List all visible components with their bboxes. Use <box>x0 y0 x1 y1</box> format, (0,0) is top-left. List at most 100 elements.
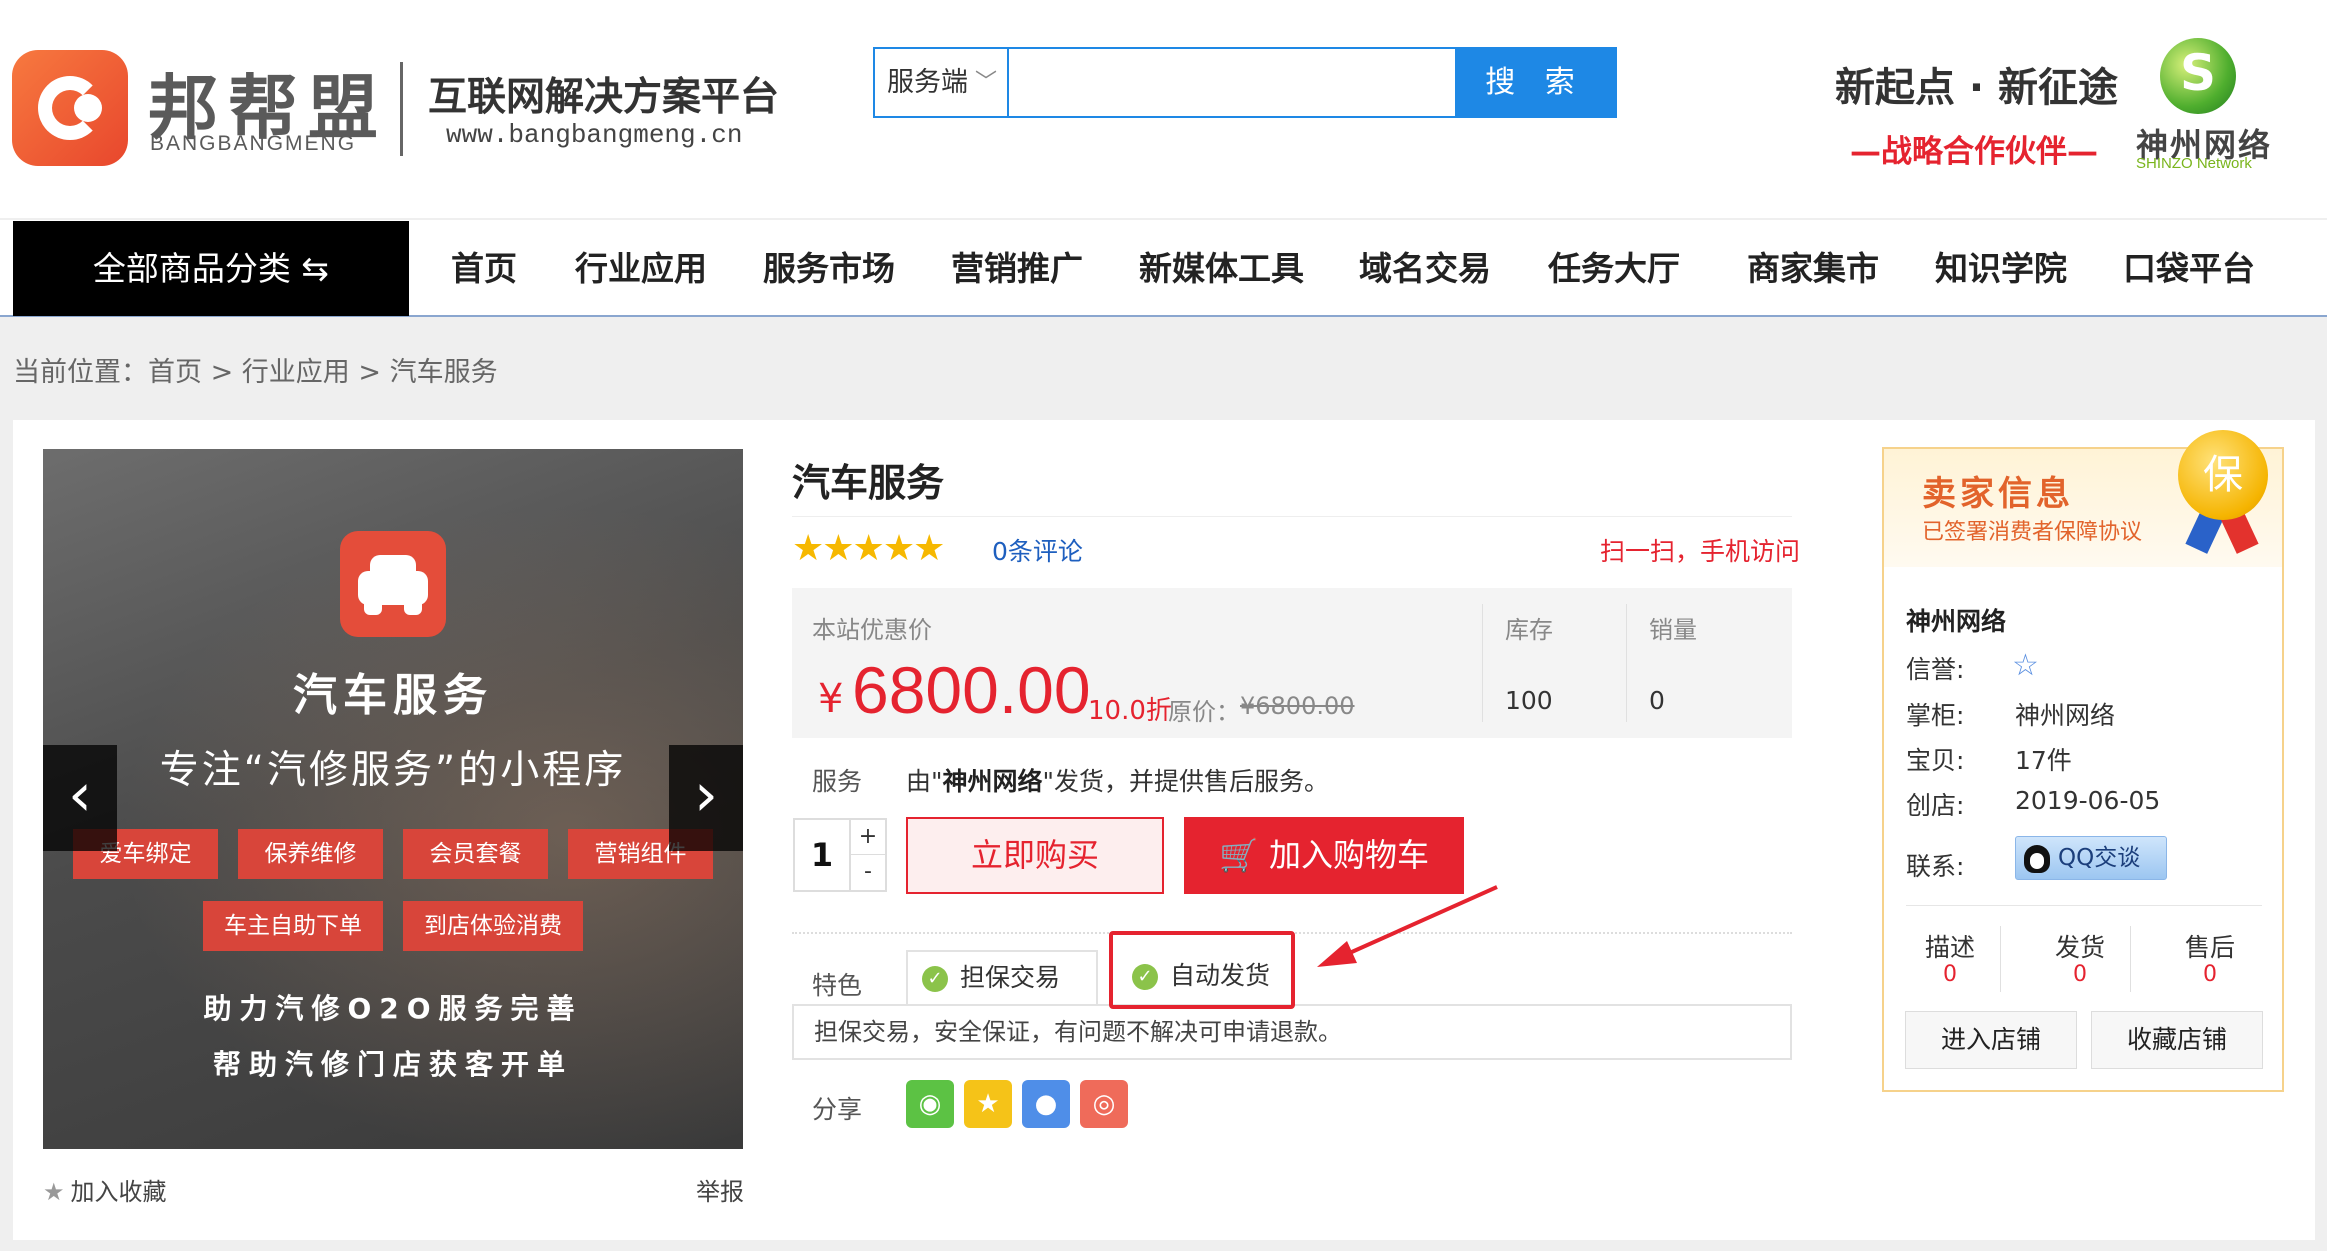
rating-label-after-sales: 售后 <box>2184 933 2235 962</box>
contact-label: 联系: <box>1906 852 1965 881</box>
opened-label: 创店: <box>1906 791 1965 820</box>
feature-tab-escrow[interactable]: ✓ 担保交易 <box>906 950 1098 1004</box>
title-divider <box>792 516 1792 517</box>
add-to-cart-label: 加入购物车 <box>1269 836 1430 874</box>
search-scope-select[interactable]: 服务端 ﹀ <box>875 49 1009 116</box>
quantity-decrease-button[interactable]: - <box>849 855 885 890</box>
buy-now-button[interactable]: 立即购买 <box>906 817 1164 894</box>
opened-value: 2019-06-05 <box>2015 786 2161 815</box>
service-seller: 神州网络 <box>942 767 1043 796</box>
banner-subtitle: 专注“汽修服务”的小程序 <box>159 748 627 793</box>
stock-label: 库存 <box>1505 616 1553 644</box>
quantity-increase-button[interactable]: + <box>849 820 885 855</box>
seller-card-subtitle: 已签署消费者保障协议 <box>1922 520 2143 545</box>
service-suffix: "发货，并提供售后服务。 <box>1042 767 1330 796</box>
shinzo-logo-icon: S <box>2160 38 2236 114</box>
product-title: 汽车服务 <box>792 461 945 505</box>
nav-item-pocket[interactable]: 口袋平台 <box>2123 221 2255 316</box>
highlight-box <box>1109 931 1295 1009</box>
sales-value: 0 <box>1649 686 1665 715</box>
banner-line: 助力汽修O2O服务完善 <box>203 992 583 1025</box>
divider <box>1626 604 1627 722</box>
promo-subline: —战略合作伙伴— <box>1850 134 2098 170</box>
divider <box>1482 604 1483 722</box>
product-image[interactable]: 汽车服务 专注“汽修服务”的小程序 爱车绑定 保养维修 会员套餐 营销组件 车主… <box>43 449 743 1149</box>
divider <box>2000 926 2001 992</box>
currency-symbol: ¥ <box>818 676 844 722</box>
bangbangmeng-logo-icon[interactable] <box>12 50 128 166</box>
site-slogan: 互联网解决方案平台 <box>428 75 780 120</box>
nav-item-merchants[interactable]: 商家集市 <box>1747 221 1879 316</box>
check-icon: ✓ <box>922 966 948 992</box>
next-image-button[interactable]: › <box>669 745 743 851</box>
reviews-link[interactable]: 0条评论 <box>992 532 1083 568</box>
cart-icon: 🛒 <box>1218 836 1269 874</box>
nav-item-new-media[interactable]: 新媒体工具 <box>1139 221 1304 316</box>
qq-chat-button[interactable]: QQ交谈 <box>2015 836 2167 880</box>
prev-image-button[interactable]: ‹ <box>43 745 117 851</box>
search-bar: 服务端 ﹀ 搜 索 <box>873 47 1617 118</box>
wechat-icon[interactable]: ◉ <box>906 1080 954 1128</box>
original-price-label: 原价： <box>1168 698 1240 726</box>
share-label: 分享 <box>812 1095 863 1124</box>
service-text: 由"神州网络"发货，并提供售后服务。 <box>906 762 1329 798</box>
seller-card-title: 卖家信息 <box>1922 474 2074 514</box>
guarantee-badge-icon: 保 <box>2178 430 2268 520</box>
rating-stars: ★★★★★ <box>792 528 945 569</box>
discount: 10.0折 <box>1088 696 1172 726</box>
logo-en-text: BANGBANGMENG <box>150 132 357 155</box>
nav-item-service-market[interactable]: 服务市场 <box>763 221 895 316</box>
report-link[interactable]: 举报 <box>696 1172 744 1207</box>
annotation-arrow-icon <box>1317 885 1498 967</box>
breadcrumb[interactable]: 当前位置：首页 > 行业应用 > 汽车服务 <box>13 350 498 389</box>
partner-en-name: SHINZO Network <box>2136 155 2252 172</box>
star-icon: ★ <box>43 1178 65 1206</box>
quantity-input[interactable]: 1 <box>795 820 849 890</box>
qq-penguin-icon <box>2024 845 2050 873</box>
nav-item-academy[interactable]: 知识学院 <box>1935 221 2067 316</box>
nav-item-home[interactable]: 首页 <box>451 221 517 316</box>
qzone-icon[interactable]: ★ <box>964 1080 1012 1128</box>
banner-title: 汽车服务 <box>293 670 493 721</box>
nav-item-marketing[interactable]: 营销推广 <box>951 221 1083 316</box>
car-icon <box>340 531 446 637</box>
banner-tag: 到店体验消费 <box>403 901 583 951</box>
quantity-stepper: 1 + - <box>793 818 887 892</box>
nav-item-industry[interactable]: 行业应用 <box>575 221 707 316</box>
service-label: 服务 <box>812 767 863 796</box>
promo-headline: 新起点 · 新征途 <box>1835 65 2119 111</box>
nav-item-domain[interactable]: 域名交易 <box>1359 221 1491 316</box>
nav-item-tasks[interactable]: 任务大厅 <box>1548 221 1680 316</box>
rating-value-shipping: 0 <box>2073 962 2087 987</box>
sales-label: 销量 <box>1649 616 1697 644</box>
rating-label-description: 描述 <box>1924 933 1975 962</box>
search-input[interactable] <box>1011 49 1331 116</box>
banner-tag: 保养维修 <box>238 829 383 879</box>
owner-label: 掌柜: <box>1906 701 1965 730</box>
banner-line: 帮助汽修门店获客开单 <box>212 1048 573 1081</box>
price-label: 本站优惠价 <box>812 616 932 644</box>
divider <box>2130 926 2131 992</box>
rating-label-shipping: 发货 <box>2054 933 2105 962</box>
features-label: 特色 <box>812 971 863 1000</box>
price-value: 6800.00 <box>852 653 1091 727</box>
rating-value-after-sales: 0 <box>2203 962 2217 987</box>
qq-icon[interactable]: ● <box>1022 1080 1070 1128</box>
feature-description: 担保交易，安全保证，有问题不解决可申请退款。 <box>792 1004 1792 1060</box>
items-value: 17件 <box>2015 746 2072 775</box>
mobile-access-link[interactable]: 扫一扫，手机访问 <box>1600 532 1800 568</box>
all-categories-button[interactable]: 全部商品分类 ⇆ <box>13 221 409 316</box>
feature-label: 担保交易 <box>960 963 1061 992</box>
search-button[interactable]: 搜 索 <box>1455 49 1615 116</box>
add-favorite-label: 加入收藏 <box>70 1178 167 1206</box>
qq-chat-label: QQ交谈 <box>2058 845 2141 871</box>
weibo-icon[interactable]: ◎ <box>1080 1080 1128 1128</box>
shop-name[interactable]: 神州网络 <box>1906 602 2006 638</box>
site-url: www.bangbangmeng.cn <box>446 120 743 150</box>
add-favorite-link[interactable]: ★ 加入收藏 <box>43 1172 167 1207</box>
owner-value: 神州网络 <box>2015 701 2116 730</box>
favorite-shop-button[interactable]: 收藏店铺 <box>2091 1011 2263 1069</box>
enter-shop-button[interactable]: 进入店铺 <box>1905 1011 2077 1069</box>
original-price: ¥6800.00 <box>1240 692 1355 720</box>
stock-value: 100 <box>1505 686 1553 715</box>
